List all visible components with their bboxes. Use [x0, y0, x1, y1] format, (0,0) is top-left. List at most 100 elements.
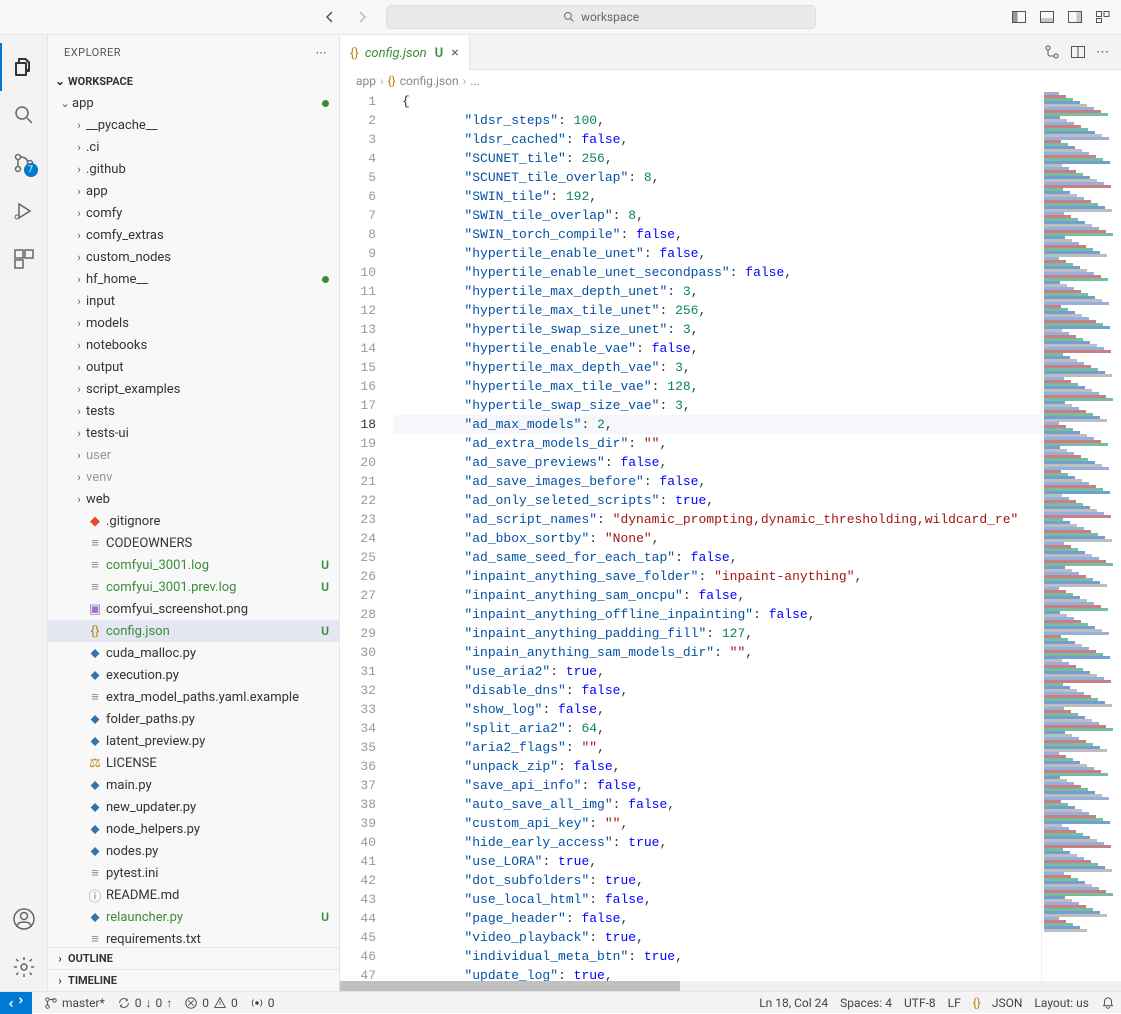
- sidebar-more-icon[interactable]: ⋯: [316, 46, 328, 59]
- line-number[interactable]: 36: [340, 757, 376, 776]
- command-center-search[interactable]: workspace: [386, 5, 816, 29]
- file-item[interactable]: ⓘREADME.md: [48, 884, 339, 906]
- code-line[interactable]: "save_api_info": false,: [394, 776, 1041, 795]
- line-number[interactable]: 46: [340, 947, 376, 966]
- minimap[interactable]: [1041, 92, 1121, 981]
- line-number[interactable]: 32: [340, 681, 376, 700]
- file-item[interactable]: ⬥nodes.py: [48, 840, 339, 862]
- status-notifications[interactable]: [1095, 992, 1121, 1014]
- folder-item[interactable]: ›output: [48, 356, 339, 378]
- folder-item[interactable]: ⌄app: [48, 92, 339, 114]
- line-number[interactable]: 29: [340, 624, 376, 643]
- code-line[interactable]: "hide_early_access": true,: [394, 833, 1041, 852]
- code-line[interactable]: "ad_script_names": "dynamic_prompting,dy…: [394, 510, 1041, 529]
- line-number[interactable]: 7: [340, 206, 376, 225]
- activity-extensions[interactable]: [0, 235, 48, 283]
- line-number[interactable]: 39: [340, 814, 376, 833]
- code-line[interactable]: "hypertile_enable_vae": false,: [394, 339, 1041, 358]
- folder-item[interactable]: ›.github: [48, 158, 339, 180]
- outline-section-header[interactable]: › OUTLINE: [48, 947, 339, 969]
- folder-item[interactable]: ›web: [48, 488, 339, 510]
- file-item[interactable]: ⬥new_updater.py: [48, 796, 339, 818]
- file-item[interactable]: ⬥folder_paths.py: [48, 708, 339, 730]
- line-number[interactable]: 26: [340, 567, 376, 586]
- code-line[interactable]: "page_header": false,: [394, 909, 1041, 928]
- folder-item[interactable]: ›comfy: [48, 202, 339, 224]
- line-number[interactable]: 28: [340, 605, 376, 624]
- breadcrumb[interactable]: app › {} config.json › ...: [340, 70, 1121, 92]
- compare-changes-icon[interactable]: [1044, 44, 1060, 60]
- activity-explorer[interactable]: [0, 43, 48, 91]
- code-line[interactable]: "show_log": false,: [394, 700, 1041, 719]
- code-line[interactable]: "hypertile_enable_unet_secondpass": fals…: [394, 263, 1041, 282]
- code-line[interactable]: "SCUNET_tile": 256,: [394, 149, 1041, 168]
- code-line[interactable]: "custom_api_key": "",: [394, 814, 1041, 833]
- code-line[interactable]: "ad_save_images_before": false,: [394, 472, 1041, 491]
- nav-back-button[interactable]: [318, 5, 342, 29]
- horizontal-scrollbar[interactable]: [340, 981, 1121, 991]
- code-line[interactable]: "SWIN_tile": 192,: [394, 187, 1041, 206]
- status-language[interactable]: {} JSON: [967, 992, 1029, 1014]
- code-line[interactable]: "individual_meta_btn": true,: [394, 947, 1041, 966]
- line-number[interactable]: 12: [340, 301, 376, 320]
- line-number[interactable]: 11: [340, 282, 376, 301]
- line-number[interactable]: 43: [340, 890, 376, 909]
- toggle-secondary-sidebar-icon[interactable]: [1065, 7, 1085, 27]
- code-line[interactable]: "use_aria2": true,: [394, 662, 1041, 681]
- code-content[interactable]: { "ldsr_steps": 100, "ldsr_cached": fals…: [394, 92, 1041, 981]
- code-line[interactable]: "hypertile_max_depth_vae": 3,: [394, 358, 1041, 377]
- folder-item[interactable]: ›script_examples: [48, 378, 339, 400]
- code-line[interactable]: "hypertile_max_depth_unet": 3,: [394, 282, 1041, 301]
- status-branch[interactable]: master*: [38, 992, 111, 1014]
- folder-item[interactable]: ›.ci: [48, 136, 339, 158]
- file-item[interactable]: ◆.gitignore: [48, 510, 339, 532]
- code-line[interactable]: "inpaint_anything_offline_inpainting": f…: [394, 605, 1041, 624]
- remote-indicator[interactable]: [0, 992, 32, 1014]
- file-item[interactable]: ≡CODEOWNERS: [48, 532, 339, 554]
- code-line[interactable]: "ad_extra_models_dir": "",: [394, 434, 1041, 453]
- folder-item[interactable]: ›input: [48, 290, 339, 312]
- code-line[interactable]: "hypertile_swap_size_unet": 3,: [394, 320, 1041, 339]
- status-sync[interactable]: 0↓ 0↑: [111, 992, 179, 1014]
- code-line[interactable]: "hypertile_max_tile_vae": 128,: [394, 377, 1041, 396]
- line-number[interactable]: 8: [340, 225, 376, 244]
- code-line[interactable]: "video_playback": true,: [394, 928, 1041, 947]
- line-number[interactable]: 17: [340, 396, 376, 415]
- status-indentation[interactable]: Spaces: 4: [834, 992, 898, 1014]
- line-number[interactable]: 45: [340, 928, 376, 947]
- code-line[interactable]: "inpaint_anything_sam_oncpu": false,: [394, 586, 1041, 605]
- code-line[interactable]: "SWIN_torch_compile": false,: [394, 225, 1041, 244]
- scrollbar-thumb[interactable]: [340, 981, 680, 991]
- status-cursor-position[interactable]: Ln 18, Col 24: [753, 992, 834, 1014]
- folder-item[interactable]: ›tests: [48, 400, 339, 422]
- line-number[interactable]: 25: [340, 548, 376, 567]
- tab-close-icon[interactable]: ×: [451, 45, 458, 61]
- file-item[interactable]: ⬥node_helpers.py: [48, 818, 339, 840]
- line-number[interactable]: 30: [340, 643, 376, 662]
- customize-layout-icon[interactable]: [1093, 7, 1113, 27]
- file-item[interactable]: ≡extra_model_paths.yaml.example: [48, 686, 339, 708]
- activity-search[interactable]: [0, 91, 48, 139]
- line-number[interactable]: 33: [340, 700, 376, 719]
- line-number[interactable]: 14: [340, 339, 376, 358]
- toggle-panel-icon[interactable]: [1037, 7, 1057, 27]
- status-ports[interactable]: 0: [244, 992, 281, 1014]
- split-editor-icon[interactable]: [1070, 44, 1086, 60]
- editor-body[interactable]: 1234567891011121314151617181920212223242…: [340, 92, 1121, 981]
- line-number[interactable]: 34: [340, 719, 376, 738]
- code-line[interactable]: "ad_same_seed_for_each_tap": false,: [394, 548, 1041, 567]
- line-number[interactable]: 22: [340, 491, 376, 510]
- line-number[interactable]: 20: [340, 453, 376, 472]
- timeline-section-header[interactable]: › TIMELINE: [48, 969, 339, 991]
- line-number[interactable]: 44: [340, 909, 376, 928]
- status-keyboard-layout[interactable]: Layout: us: [1028, 992, 1095, 1014]
- file-item[interactable]: {}config.jsonU: [48, 620, 339, 642]
- code-line[interactable]: "use_LORA": true,: [394, 852, 1041, 871]
- code-line[interactable]: "hypertile_enable_unet": false,: [394, 244, 1041, 263]
- code-line[interactable]: "ldsr_cached": false,: [394, 130, 1041, 149]
- folder-item[interactable]: ›hf_home__: [48, 268, 339, 290]
- code-line[interactable]: "auto_save_all_img": false,: [394, 795, 1041, 814]
- breadcrumb-item[interactable]: app: [356, 74, 376, 88]
- file-item[interactable]: ≡pytest.ini: [48, 862, 339, 884]
- code-line[interactable]: "use_local_html": false,: [394, 890, 1041, 909]
